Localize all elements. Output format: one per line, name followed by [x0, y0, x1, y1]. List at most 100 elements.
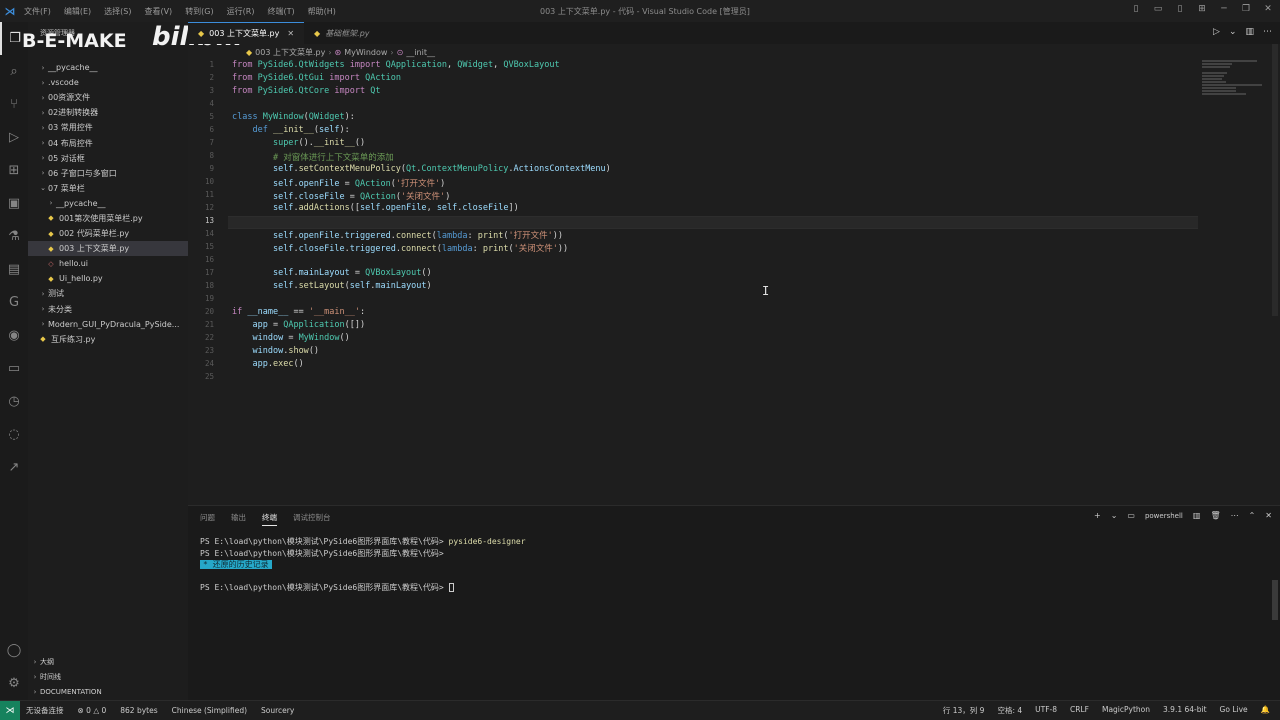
scrollbar-thumb[interactable]: [1272, 44, 1278, 316]
status-language-mode[interactable]: MagicPython: [1102, 705, 1150, 716]
tab-basic-framework[interactable]: ◆ 基础框架.py: [304, 22, 380, 44]
run-file-icon[interactable]: ▷: [1213, 27, 1220, 37]
toggle-panel-icon[interactable]: ▭: [1152, 3, 1164, 15]
timeline-section[interactable]: › 时间线: [28, 669, 188, 684]
status-problems[interactable]: ⊗ 0 △ 0: [78, 706, 107, 715]
testing-icon[interactable]: ⚗: [0, 220, 28, 253]
maximize-panel-icon[interactable]: ⌃: [1249, 511, 1256, 520]
live-share-icon[interactable]: ↗: [0, 451, 28, 484]
tab-close-icon[interactable]: ✕: [287, 29, 294, 38]
tree-file[interactable]: ◆ 003 上下文菜单.py: [28, 241, 188, 257]
panel-tab-output[interactable]: 输出: [231, 512, 246, 526]
terminal-shell-label[interactable]: powershell: [1145, 512, 1183, 520]
docker-icon[interactable]: ▤: [0, 253, 28, 286]
toggle-secondary-sidebar-icon[interactable]: ▯: [1174, 3, 1186, 15]
menu-item-edit[interactable]: 编辑(E): [64, 6, 91, 17]
terminal-output[interactable]: PS E:\load\python\模块测试\PySide6图形界面库\教程\代…: [200, 536, 526, 594]
tree-folder[interactable]: › __pycache__: [28, 196, 188, 211]
menu-item-help[interactable]: 帮助(H): [308, 6, 336, 17]
new-terminal-icon[interactable]: +: [1094, 511, 1101, 520]
editor-scrollbar[interactable]: [1270, 44, 1280, 500]
more-actions-icon[interactable]: ⋯: [1263, 27, 1272, 37]
menu-item-selection[interactable]: 选择(S): [104, 6, 131, 17]
line-number: 22: [204, 333, 214, 342]
gitlens-icon[interactable]: G: [0, 286, 28, 319]
remote-explorer-icon[interactable]: ▣: [0, 187, 28, 220]
status-device[interactable]: 无设备连接: [26, 705, 64, 716]
search-icon[interactable]: ⌕: [0, 55, 28, 88]
remote-indicator-icon[interactable]: ⋊: [0, 700, 20, 720]
vscode-logo-icon: ⋊: [4, 4, 16, 18]
status-cursor-position[interactable]: 行 13，列 9: [943, 705, 985, 716]
panel-tab-debug-console[interactable]: 调试控制台: [293, 512, 331, 526]
minimap[interactable]: [1202, 60, 1268, 100]
tree-folder[interactable]: › 02进制转换器: [28, 105, 188, 120]
tree-folder[interactable]: › 06 子窗口与多窗口: [28, 166, 188, 181]
tree-folder[interactable]: › .vscode: [28, 75, 188, 90]
folder-icon[interactable]: ▭: [0, 352, 28, 385]
tree-folder[interactable]: › 测试: [28, 286, 188, 301]
split-terminal-icon[interactable]: ▥: [1193, 511, 1201, 520]
menu-item-terminal[interactable]: 终端(T): [267, 6, 294, 17]
tree-folder[interactable]: › 04 布局控件: [28, 135, 188, 150]
tab-003-context-menu[interactable]: ◆ 003 上下文菜单.py ✕: [188, 22, 305, 44]
terminal-dropdown-icon[interactable]: ⌄: [1111, 511, 1118, 520]
scrollbar-thumb[interactable]: [1272, 580, 1278, 620]
code-editor[interactable]: 1 from PySide6.QtWidgets import QApplicat…: [188, 60, 1202, 500]
tree-folder[interactable]: › 未分类: [28, 302, 188, 317]
python-file-icon: ◆: [314, 28, 321, 38]
status-python-interpreter[interactable]: 3.9.1 64-bit: [1163, 705, 1207, 716]
github-icon[interactable]: ◉: [0, 319, 28, 352]
panel-more-icon[interactable]: ⋯: [1231, 511, 1239, 520]
outline-section[interactable]: › 大纲: [28, 654, 188, 669]
tree-folder[interactable]: › __pycache__: [28, 60, 188, 75]
tree-file[interactable]: ◆ 001第次使用菜单栏.py: [28, 211, 188, 226]
close-icon[interactable]: ✕: [1262, 3, 1274, 15]
account-icon[interactable]: ◯: [0, 634, 28, 667]
tree-folder[interactable]: ⌄ 07 菜单栏: [28, 181, 188, 196]
kill-terminal-icon[interactable]: 🗑: [1210, 511, 1220, 520]
menu-item-file[interactable]: 文件(F): [24, 6, 51, 17]
restore-icon[interactable]: ❐: [1240, 3, 1252, 15]
status-eol[interactable]: CRLF: [1070, 705, 1089, 716]
run-debug-icon[interactable]: ▷: [0, 121, 28, 154]
tree-folder[interactable]: › 05 对话框: [28, 151, 188, 166]
status-go-live[interactable]: Go Live: [1220, 705, 1248, 716]
panel-tab-problems[interactable]: 问题: [200, 512, 215, 526]
breadcrumb-class[interactable]: MyWindow: [344, 48, 387, 57]
python-file-icon: ◆: [40, 335, 46, 344]
source-control-icon[interactable]: ⑂: [0, 88, 28, 121]
edge-icon[interactable]: ◌: [0, 418, 28, 451]
minimize-icon[interactable]: ─: [1218, 3, 1230, 15]
status-file-size[interactable]: 862 bytes: [120, 706, 157, 715]
status-encoding[interactable]: UTF-8: [1035, 705, 1057, 716]
toggle-sidebar-icon[interactable]: ▯: [1130, 3, 1142, 15]
run-dropdown-icon[interactable]: ⌄: [1229, 27, 1237, 37]
menu-item-run[interactable]: 运行(R): [227, 6, 255, 17]
tree-folder[interactable]: › Modern_GUI_PyDracula_PySide...: [28, 317, 188, 332]
terminal-scrollbar[interactable]: [1270, 530, 1280, 698]
status-indentation[interactable]: 空格: 4: [997, 705, 1022, 716]
tree-folder[interactable]: › 03 常用控件: [28, 120, 188, 135]
tree-file[interactable]: ◆ 002 代码菜单栏.py: [28, 226, 188, 241]
breadcrumb-method[interactable]: __init__: [406, 48, 435, 57]
tree-file[interactable]: ◆ 互斥练习.py: [28, 332, 188, 347]
tree-file[interactable]: ◆ Ui_hello.py: [28, 271, 188, 286]
breadcrumb-file[interactable]: 003 上下文菜单.py: [255, 47, 325, 58]
close-panel-icon[interactable]: ✕: [1265, 511, 1272, 520]
split-editor-icon[interactable]: ▥: [1245, 27, 1254, 37]
notifications-bell-icon[interactable]: 🔔: [1261, 705, 1270, 716]
documentation-section[interactable]: › DOCUMENTATION: [28, 684, 188, 699]
tree-file[interactable]: ◇ hello.ui: [28, 256, 188, 271]
customize-layout-icon[interactable]: ⊞: [1196, 3, 1208, 15]
panel-tab-terminal[interactable]: 终端: [262, 512, 277, 526]
menu-item-view[interactable]: 查看(V): [144, 6, 172, 17]
extensions-icon[interactable]: ⊞: [0, 154, 28, 187]
status-language-pack[interactable]: Chinese (Simplified): [172, 706, 247, 715]
timeline-icon[interactable]: ◷: [0, 385, 28, 418]
menu-item-go[interactable]: 转到(G): [185, 6, 213, 17]
status-sourcery[interactable]: Sourcery: [261, 706, 294, 715]
code-line: self.openFile = QAction('打开文件'): [272, 179, 446, 189]
settings-gear-icon[interactable]: ⚙: [0, 667, 28, 700]
tree-folder[interactable]: › 00资源文件: [28, 90, 188, 105]
